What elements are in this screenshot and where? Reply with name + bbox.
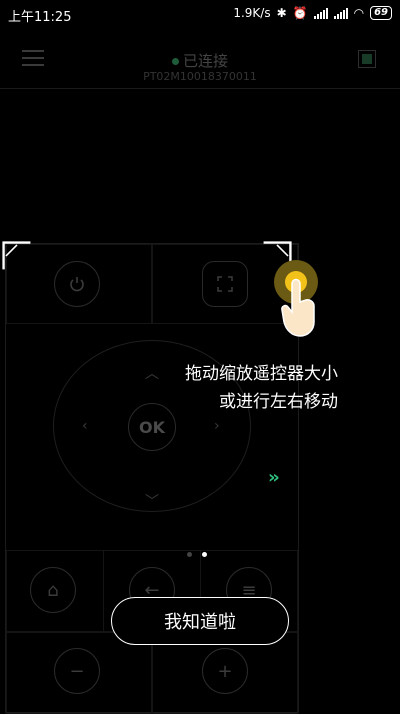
right-arrow-icon[interactable]: › <box>214 418 220 434</box>
swipe-right-icon[interactable]: ›› <box>268 467 280 488</box>
power-icon <box>70 277 84 292</box>
status-right-group: 1.9K/s ✱ ⏰ ◠ 69 <box>233 6 392 20</box>
down-arrow-icon[interactable]: ﹀ <box>145 491 159 511</box>
wifi-icon: ◠ <box>353 6 365 20</box>
hint-line-2: 或进行左右移动 <box>219 392 338 412</box>
battery-icon: 69 <box>370 6 392 20</box>
power-button[interactable] <box>54 261 100 307</box>
alarm-icon: ⏰ <box>292 6 308 20</box>
status-bar: 上午11:25 1.9K/s ✱ ⏰ ◠ 69 <box>0 0 400 28</box>
page-dot <box>187 552 192 557</box>
page-indicator <box>187 552 207 557</box>
resize-bracket-top-left[interactable] <box>2 241 32 271</box>
hint-text: 拖动缩放遥控器大小 或进行左右移动 <box>185 360 338 416</box>
ok-button[interactable]: OK <box>128 403 176 451</box>
home-icon: ⌂ <box>47 579 59 601</box>
up-arrow-icon[interactable]: ︿ <box>145 363 159 383</box>
connected-dot-icon <box>171 58 179 65</box>
connection-status: 已连接 <box>0 50 400 71</box>
net-speed: 1.9K/s <box>233 6 271 20</box>
plus-icon: + <box>217 660 233 682</box>
remote-mode-icon[interactable] <box>358 50 376 68</box>
status-time: 上午11:25 <box>8 10 72 25</box>
drag-hand-icon <box>274 260 318 337</box>
volume-up-button[interactable]: + <box>202 648 248 694</box>
fullscreen-icon <box>217 276 233 292</box>
connection-status-label: 已连接 <box>182 52 228 70</box>
signal-icon-2 <box>333 7 348 19</box>
page-dot-active <box>202 552 207 557</box>
minus-icon: − <box>69 660 85 682</box>
left-arrow-icon[interactable]: ‹ <box>82 418 88 434</box>
volume-down-button[interactable]: − <box>54 648 100 694</box>
device-id: PT02M10018370011 <box>143 70 257 83</box>
signal-icon <box>313 7 328 19</box>
top-bar: 已连接 PT02M10018370011 <box>0 28 400 89</box>
fullscreen-button[interactable] <box>202 261 248 307</box>
hint-line-1: 拖动缩放遥控器大小 <box>185 364 338 384</box>
bluetooth-icon: ✱ <box>276 6 287 20</box>
got-it-button[interactable]: 我知道啦 <box>111 597 289 645</box>
home-button[interactable]: ⌂ <box>30 567 76 613</box>
